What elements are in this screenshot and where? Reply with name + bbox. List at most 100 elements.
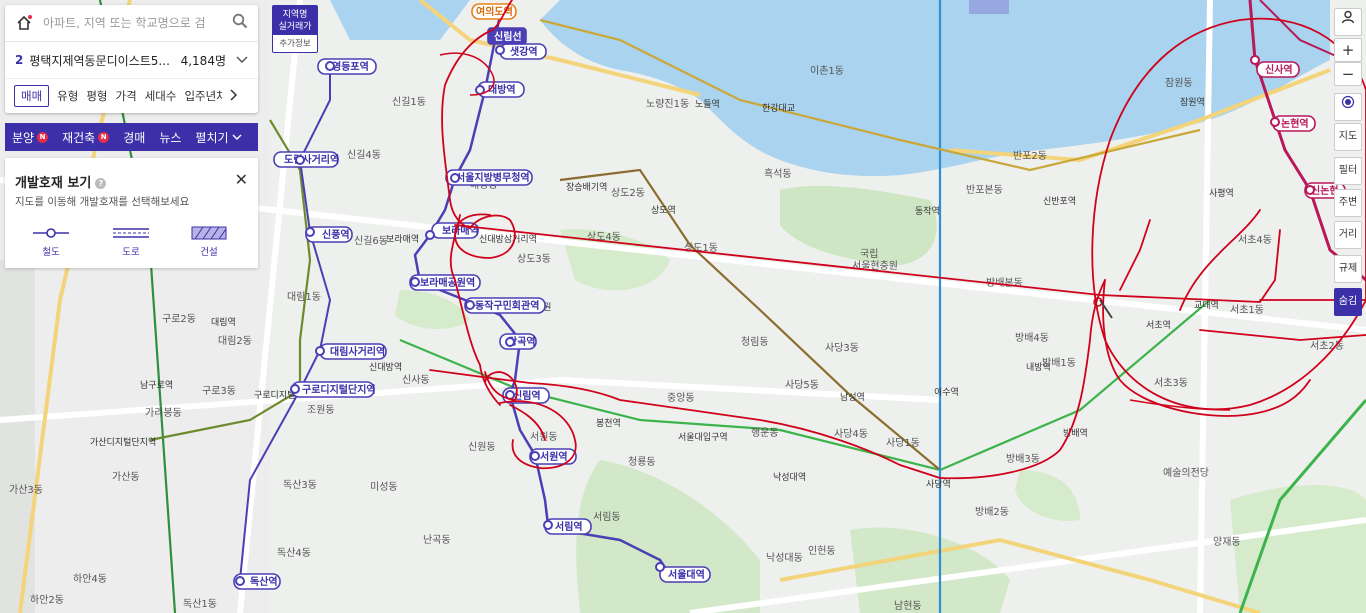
zoom-in-button[interactable]: + [1334, 38, 1362, 62]
tab-auction[interactable]: 경매 [116, 129, 152, 146]
svg-text:도림사거리역: 도림사거리역 [284, 153, 339, 166]
svg-text:영등포역: 영등포역 [332, 60, 369, 73]
svg-text:서울지방병무청역: 서울지방병무청역 [456, 171, 530, 184]
svg-text:대림1동: 대림1동 [287, 291, 321, 303]
svg-text:예술의전당: 예술의전당 [1163, 467, 1209, 479]
svg-text:가산디지털단지역: 가산디지털단지역 [90, 436, 156, 448]
complex-count: 4,184명 [180, 53, 226, 68]
station-tag-dongjakgu[interactable]: 동작구민회관역 [464, 297, 546, 314]
region-line2: 실거래가 [278, 22, 312, 32]
filter-button[interactable]: 필터 [1334, 157, 1362, 185]
station-tag-saetgang[interactable]: 샛강역 [499, 43, 547, 60]
svg-text:한강대교: 한강대교 [762, 103, 795, 114]
svg-text:양재동: 양재동 [1213, 536, 1241, 548]
station-tag-sinsa[interactable]: 신사역 [1256, 61, 1300, 78]
station-tag-dorimsageori[interactable]: 도림사거리역 [273, 151, 339, 168]
region-info-button[interactable]: 지역명 실거래가 추가정보 [272, 5, 318, 53]
legend-road[interactable]: 도로 [113, 226, 149, 258]
svg-text:상도3동: 상도3동 [517, 253, 551, 265]
home-icon[interactable] [15, 14, 33, 32]
tab-expand[interactable]: 펼치기 [188, 129, 248, 146]
region-line3: 추가정보 [279, 39, 311, 49]
filter-tab-area[interactable]: 평형 [86, 88, 107, 104]
svg-text:이수역: 이수역 [934, 387, 959, 398]
station-tag-snu[interactable]: 서울대역 [659, 566, 711, 583]
svg-text:조원동: 조원동 [307, 404, 335, 416]
selected-complex[interactable]: 2 평택지제역동문디이스트5... 4,184명 [5, 42, 258, 79]
legend-rail[interactable]: 철도 [33, 226, 69, 258]
dev-title-text: 개발호재 보기 [15, 176, 92, 191]
svg-text:서초역: 서초역 [1146, 320, 1171, 331]
svg-text:행운동: 행운동 [751, 427, 779, 439]
station-tag-sillimline[interactable]: 신림선 [487, 27, 527, 45]
svg-text:사당1동: 사당1동 [886, 437, 920, 449]
svg-text:서울대입구역: 서울대입구역 [678, 431, 728, 443]
svg-text:반포본동: 반포본동 [966, 184, 1003, 196]
svg-text:대림2동: 대림2동 [218, 335, 252, 347]
svg-text:사당4동: 사당4동 [834, 428, 868, 440]
tab-expand-label: 펼치기 [195, 130, 229, 145]
svg-text:서초1동: 서초1동 [1230, 304, 1264, 316]
search-input[interactable] [41, 15, 232, 31]
station-tag-yeouido[interactable]: 여의도역 [471, 3, 517, 20]
station-tag-gurodigital[interactable]: 구로디지털단지역 [291, 381, 376, 398]
map-type-button[interactable]: 지도 [1334, 123, 1362, 151]
svg-text:동작구민회관역: 동작구민회관역 [475, 299, 539, 312]
svg-text:잠원동: 잠원동 [1165, 77, 1193, 89]
hide-button[interactable]: 숨김 [1334, 288, 1362, 316]
station-tag-daerimsageori[interactable]: 대림사거리역 [319, 343, 387, 360]
svg-text:샛강역: 샛강역 [510, 45, 538, 58]
svg-text:상도2동: 상도2동 [611, 187, 645, 199]
svg-text:장승배기역: 장승배기역 [566, 182, 607, 193]
distance-button[interactable]: 거리 [1334, 221, 1362, 249]
svg-text:대림역: 대림역 [211, 316, 236, 328]
svg-text:남현동: 남현동 [894, 600, 922, 612]
svg-text:방배3동: 방배3동 [1006, 453, 1040, 465]
new-badge: N [98, 131, 110, 143]
chevron-right-icon[interactable] [230, 88, 238, 104]
filter-tab-households[interactable]: 세대수 [145, 88, 177, 104]
tab-rebuild-label: 재건축 [62, 130, 96, 145]
location-icon[interactable] [1334, 93, 1362, 121]
svg-text:사평역: 사평역 [1209, 188, 1234, 199]
tab-presale[interactable]: 분양 N [5, 129, 55, 146]
svg-text:서원역: 서원역 [540, 450, 568, 463]
svg-text:독산4동: 독산4동 [277, 547, 311, 559]
svg-text:노량진1동: 노량진1동 [646, 98, 689, 110]
filter-tab-sale[interactable]: 매매 [14, 85, 50, 107]
chevron-down-icon[interactable] [236, 53, 248, 67]
filter-tab-year[interactable]: 입주년차 [184, 88, 222, 104]
svg-text:낙성대역: 낙성대역 [773, 472, 806, 483]
zoom-out-button[interactable]: − [1334, 62, 1362, 86]
filter-tab-price[interactable]: 가격 [116, 88, 137, 104]
road-icon [113, 228, 149, 238]
filter-tab-type[interactable]: 유형 [57, 88, 78, 104]
nearby-button[interactable]: 주변 [1334, 189, 1362, 217]
user-icon[interactable] [1334, 8, 1362, 36]
tab-rebuild[interactable]: 재건축 N [55, 129, 116, 146]
svg-text:신림선: 신림선 [494, 30, 522, 43]
svg-text:청룡동: 청룡동 [628, 456, 656, 468]
svg-text:신길6동: 신길6동 [354, 234, 388, 247]
help-icon[interactable]: ? [95, 178, 107, 189]
development-panel: 개발호재 보기? ✕ 지도를 이동해 개발호재를 선택해보세요 철도 도로 건설 [5, 158, 258, 268]
search-icon[interactable] [232, 13, 248, 33]
svg-text:이촌1동: 이촌1동 [810, 65, 844, 77]
tab-news[interactable]: 뉴스 [152, 129, 188, 146]
svg-text:남구로역: 남구로역 [140, 380, 173, 391]
legend-construction[interactable]: 건설 [191, 226, 227, 258]
legend-road-label: 도로 [122, 247, 140, 258]
svg-text:독산3동: 독산3동 [283, 479, 317, 491]
new-badge: N [37, 131, 49, 143]
svg-text:신사동: 신사동 [402, 374, 430, 386]
svg-text:구로디지털: 구로디지털 [254, 389, 295, 401]
construction-icon [191, 226, 227, 240]
svg-text:서초3동: 서초3동 [1154, 377, 1188, 389]
svg-text:서초4동: 서초4동 [1238, 234, 1272, 246]
svg-text:교대역: 교대역 [1194, 300, 1219, 311]
regulation-button[interactable]: 규제 [1334, 255, 1362, 283]
svg-text:인헌동: 인헌동 [808, 545, 836, 557]
station-tag-boramaepark[interactable]: 보라매공원역 [409, 274, 481, 291]
close-icon[interactable]: ✕ [235, 170, 248, 189]
dev-panel-desc: 지도를 이동해 개발호재를 선택해보세요 [15, 196, 190, 208]
